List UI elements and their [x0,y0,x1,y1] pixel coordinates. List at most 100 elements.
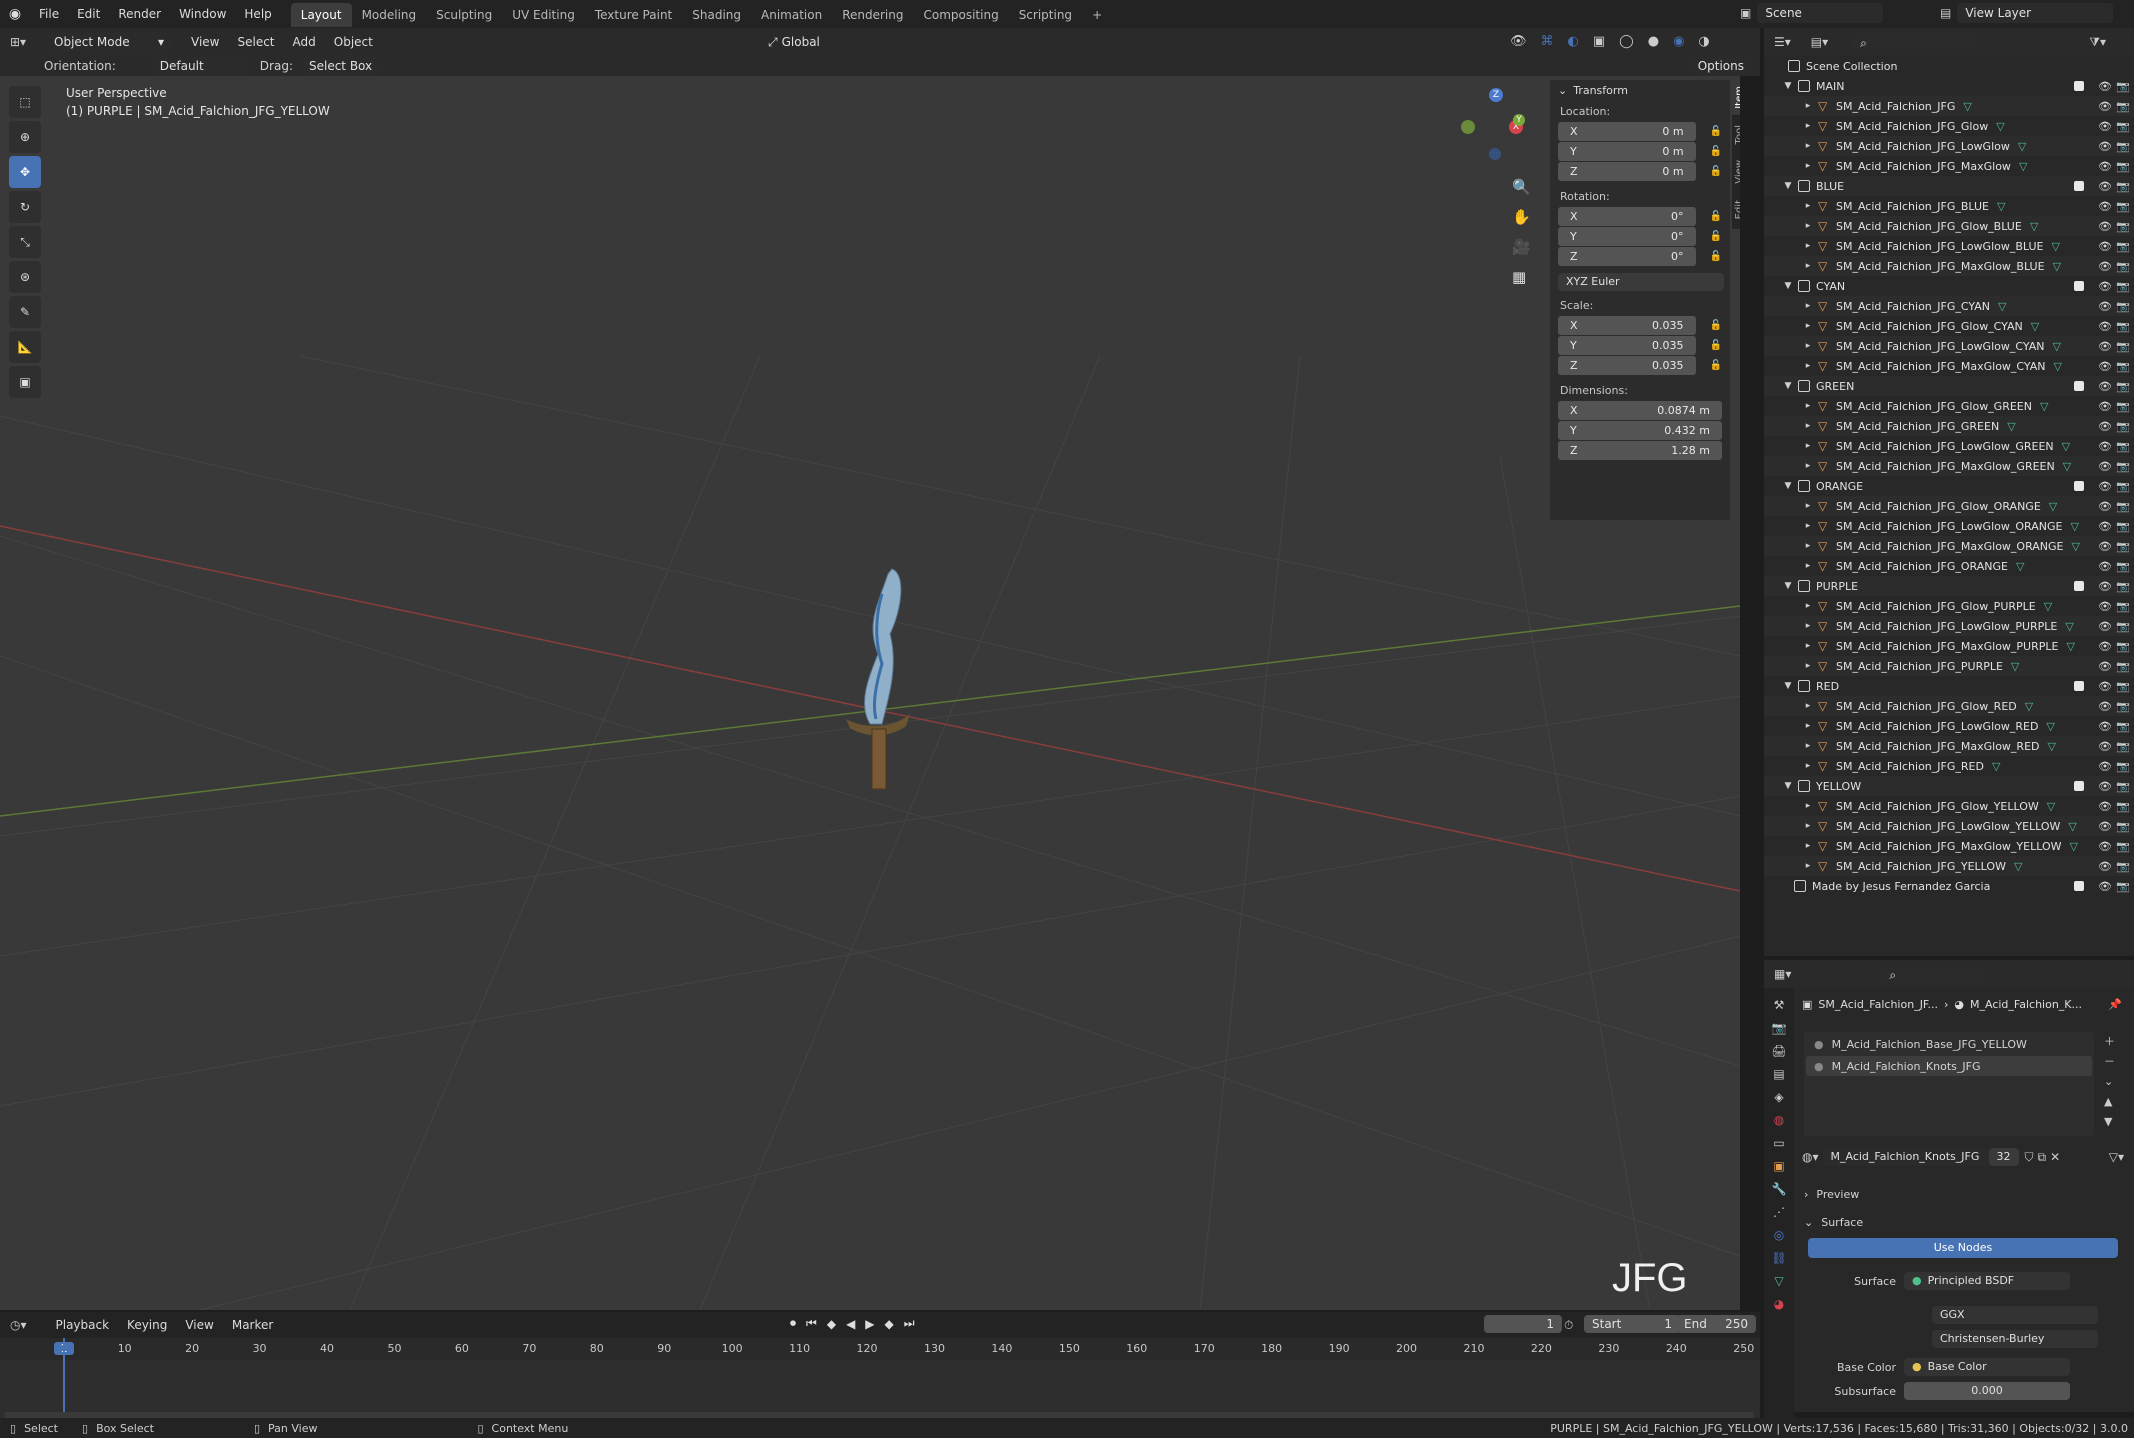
object-row[interactable]: ▸ ▽ SM_Acid_Falchion_JFG_GREEN ▽ 👁 📷 [1764,416,2134,436]
expand-arrow-icon[interactable]: ▸ [1802,501,1814,511]
eye-icon[interactable]: 👁 [2098,780,2112,793]
timeline-menu-view[interactable]: View [176,1311,222,1339]
scale-x-field[interactable]: X 0.035 [1558,316,1696,335]
timeline-type-icon[interactable]: ◷▾ [10,1318,27,1332]
record-icon[interactable]: ⏺ [790,1316,796,1331]
rendered-shading-icon[interactable]: ◑ [1698,34,1709,49]
blender-logo-icon[interactable]: ◉ [0,6,30,22]
eye-icon[interactable]: 👁 [2098,760,2112,773]
object-row[interactable]: ▸ ▽ SM_Acid_Falchion_JFG_LowGlow_PURPLE ▽ 👁 📷 [1764,616,2134,636]
ortho-grid-icon[interactable]: ▦ [1512,262,1531,292]
render-camera-icon[interactable]: 📷 [2116,500,2130,513]
expand-arrow-icon[interactable]: ▸ [1802,141,1814,151]
eye-icon[interactable]: 👁 [2098,80,2112,93]
eye-icon[interactable]: 👁 [2098,740,2112,753]
object-row[interactable]: ▸ ▽ SM_Acid_Falchion_JFG_LowGlow_GREEN ▽ 👁 📷 [1764,436,2134,456]
pin-icon[interactable]: 📌 [2108,998,2122,1011]
eye-icon[interactable]: 👁 [2098,480,2112,493]
navigation-gizmo[interactable]: Z X Y [1455,84,1535,164]
jump-start-icon[interactable]: ⏮ [806,1316,817,1331]
render-camera-icon[interactable]: 📷 [2116,260,2130,273]
mesh-data-icon[interactable]: ▽ [2044,600,2052,613]
render-camera-icon[interactable]: 📷 [2116,640,2130,653]
expand-arrow-icon[interactable]: ▼ [1782,481,1794,491]
lock-icon[interactable]: 🔓 [1710,146,1722,158]
object-row[interactable]: ▸ ▽ SM_Acid_Falchion_JFG_MaxGlow_BLUE ▽ 👁 📷 [1764,256,2134,276]
expand-arrow-icon[interactable]: ▸ [1802,561,1814,571]
properties-search[interactable]: ⌕ [1881,965,1988,983]
render-camera-icon[interactable]: 📷 [2116,780,2130,793]
eye-icon[interactable]: 👁 [2098,360,2112,373]
eye-icon[interactable]: 👁 [2098,800,2112,813]
expand-arrow-icon[interactable]: ▸ [1802,261,1814,271]
move-slot-up-icon[interactable]: ▲ [2104,1092,2115,1112]
add-workspace-button[interactable]: + [1082,3,1112,27]
timeline-menu-marker[interactable]: Marker [223,1311,282,1339]
material-users-count[interactable]: 32 [1988,1148,2019,1166]
frame-ruler[interactable]: 1102030405060708090100110120130140150160… [0,1338,1760,1360]
eye-icon[interactable]: 👁 [2098,280,2112,293]
properties-type-icon[interactable]: ▦▾ [1774,967,1791,981]
object-row[interactable]: ▸ ▽ SM_Acid_Falchion_JFG_YELLOW ▽ 👁 📷 [1764,856,2134,876]
location-y-field[interactable]: Y 0 m [1558,142,1696,161]
display-mode-icon[interactable]: ▤▾ [1811,35,1828,49]
eye-icon[interactable]: 👁 [2098,820,2112,833]
view-layer-tab-icon[interactable]: ▤ [1773,1067,1784,1081]
annotate-tool[interactable]: ✎ [9,296,41,328]
mesh-data-icon[interactable]: ▽ [2051,240,2059,253]
add-cube-tool[interactable]: ▣ [9,366,41,398]
object-row[interactable]: ▸ ▽ SM_Acid_Falchion_JFG_MaxGlow_RED ▽ 👁 📷 [1764,736,2134,756]
mesh-data-icon[interactable]: ▽ [2046,720,2054,733]
location-x-field[interactable]: X 0 m [1558,122,1696,141]
mesh-data-icon[interactable]: ▽ [2025,700,2033,713]
render-camera-icon[interactable]: 📷 [2116,760,2130,773]
solid-shading-icon[interactable]: ● [1648,34,1659,49]
neg-z-axis-handle[interactable] [1489,148,1501,160]
mesh-data-icon[interactable]: ▽ [2068,820,2076,833]
render-camera-icon[interactable]: 📷 [2116,440,2130,453]
expand-arrow-icon[interactable]: ▸ [1802,621,1814,631]
mesh-data-icon[interactable]: ▽ [2047,800,2055,813]
physics-tab-icon[interactable]: ◎ [1774,1228,1784,1242]
render-camera-icon[interactable]: 📷 [2116,800,2130,813]
play-reverse-icon[interactable]: ◀ [846,1317,855,1331]
mesh-data-icon[interactable]: ▽ [2053,260,2061,273]
expand-arrow-icon[interactable]: ▼ [1782,81,1794,91]
object-row[interactable]: ▸ ▽ SM_Acid_Falchion_JFG_Glow_RED ▽ 👁 📷 [1764,696,2134,716]
expand-arrow-icon[interactable]: ▸ [1802,121,1814,131]
workspace-tab-texture-paint[interactable]: Texture Paint [585,3,682,27]
lock-icon[interactable]: 🔓 [1710,211,1722,223]
lock-icon[interactable]: 🔓 [1710,231,1722,243]
render-camera-icon[interactable]: 📷 [2116,860,2130,873]
mesh-data-icon[interactable]: ▽ [2030,220,2038,233]
select-box-tool[interactable]: ⬚ [9,86,41,118]
eye-icon[interactable]: 👁 [2098,120,2112,133]
sidebar-tab-edit[interactable]: Edit [1732,194,1740,225]
add-slot-icon[interactable]: ＋ [2104,1032,2115,1052]
constraints-tab-icon[interactable]: ⛓ [1771,1251,1786,1265]
subsurface-method-dropdown[interactable]: Christensen-Burley [1932,1330,2098,1348]
mesh-data-icon[interactable]: ▽ [2066,640,2074,653]
use-nodes-button[interactable]: Use Nodes [1808,1238,2118,1258]
y-axis-handle[interactable]: Y [1513,114,1525,126]
render-camera-icon[interactable]: 📷 [2116,360,2130,373]
exclude-checkbox[interactable] [2074,481,2084,491]
render-camera-icon[interactable]: 📷 [2116,400,2130,413]
object-row[interactable]: ▸ ▽ SM_Acid_Falchion_JFG_MaxGlow_PURPLE ▽ 👁 📷 [1764,636,2134,656]
object-row[interactable]: ▸ ▽ SM_Acid_Falchion_JFG_Glow ▽ 👁 📷 [1764,116,2134,136]
render-camera-icon[interactable]: 📷 [2116,180,2130,193]
expand-arrow-icon[interactable]: ▸ [1802,861,1814,871]
eye-icon[interactable]: 👁 [2098,140,2112,153]
prev-keyframe-icon[interactable]: ◆ [827,1317,836,1331]
eye-icon[interactable]: 👁 [2098,160,2112,173]
mesh-data-icon[interactable]: ▽ [2048,740,2056,753]
drag-dropdown[interactable]: Select Box [300,57,381,75]
render-camera-icon[interactable]: 📷 [2116,600,2130,613]
object-row[interactable]: ▸ ▽ SM_Acid_Falchion_JFG_BLUE ▽ 👁 📷 [1764,196,2134,216]
menu-file[interactable]: File [30,0,68,28]
workspace-tab-rendering[interactable]: Rendering [832,3,913,27]
render-camera-icon[interactable]: 📷 [2116,140,2130,153]
material-slot[interactable]: ● M_Acid_Falchion_Base_JFG_YELLOW [1806,1034,2092,1054]
collection-row-purple[interactable]: ▼ PURPLE 👁 📷 [1764,576,2134,596]
data-tab-icon[interactable]: ▽ [1774,1274,1783,1288]
